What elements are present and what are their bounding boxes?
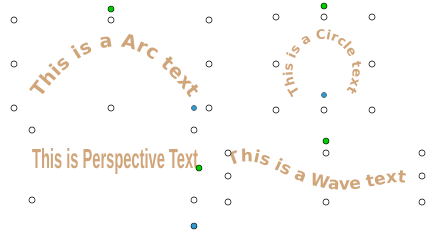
wordart-wave[interactable]: This is a Wave text [224, 137, 426, 206]
resize-handle [418, 172, 426, 180]
resize-handle [205, 104, 213, 112]
wave-text: This is a Wave text [225, 146, 407, 194]
resize-handle [205, 60, 213, 68]
resize-handle [28, 126, 36, 134]
circle-text: This is a Circle text [281, 28, 363, 98]
adjust-handle [190, 222, 198, 230]
resize-handle [224, 149, 232, 157]
adjust-handle [191, 105, 197, 111]
resize-handle [10, 104, 18, 112]
resize-handle [28, 196, 36, 204]
resize-handle [224, 172, 232, 180]
resize-handle [272, 60, 280, 68]
resize-handle [107, 16, 115, 24]
resize-handle [272, 106, 280, 114]
arc-text: This is a Arc text [27, 29, 204, 101]
adjust-handle [321, 92, 327, 98]
resize-handle [107, 104, 115, 112]
resize-handle [320, 13, 328, 21]
resize-handle [224, 198, 232, 206]
resize-handle [418, 149, 426, 157]
document-canvas: This is a Arc text This is a Circle text [10, 2, 426, 230]
wordart-perspective[interactable]: This is Perspective Text [28, 126, 203, 230]
resize-handle [368, 13, 376, 21]
wordart-arc[interactable]: This is a Arc text [10, 5, 213, 112]
resize-handle [190, 126, 198, 134]
resize-handle [190, 196, 198, 204]
resize-handle [368, 60, 376, 68]
rotate-handle [322, 137, 330, 145]
rotate-handle [320, 2, 328, 10]
resize-handle [10, 60, 18, 68]
resize-handle [320, 106, 328, 114]
rotate-handle [195, 164, 203, 172]
perspective-text: This is Perspective Text [32, 143, 198, 174]
resize-handle [205, 16, 213, 24]
resize-handle [272, 13, 280, 21]
resize-handle [418, 198, 426, 206]
resize-handle [322, 198, 330, 206]
resize-handle [322, 149, 330, 157]
rotate-handle [107, 5, 115, 13]
resize-handle [368, 106, 376, 114]
resize-handle [10, 16, 18, 24]
wordart-circle[interactable]: This is a Circle text [272, 2, 376, 114]
